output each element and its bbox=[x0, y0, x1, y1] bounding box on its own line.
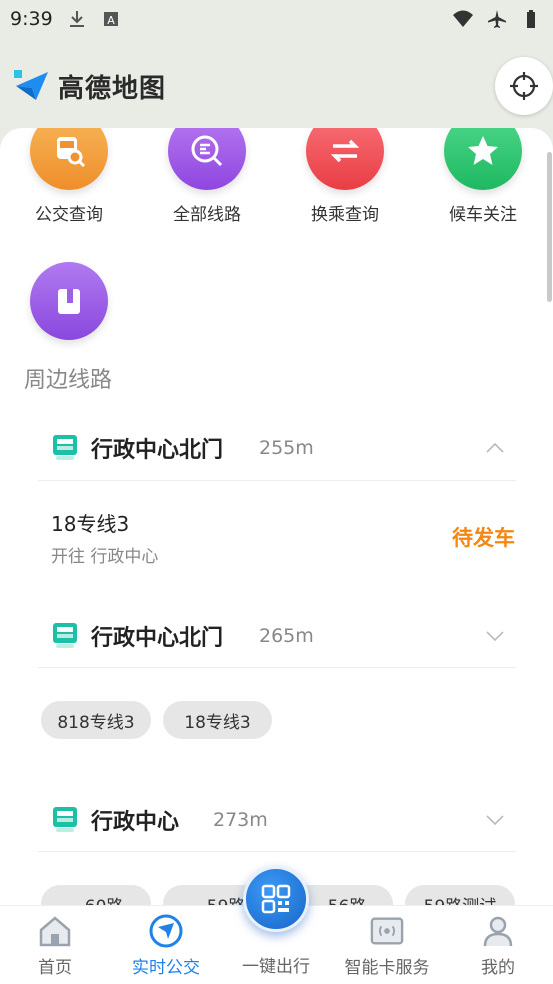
route-chip[interactable]: 18专线3 bbox=[163, 701, 272, 739]
stop-name: 行政中心北门 bbox=[91, 438, 224, 463]
divider bbox=[38, 480, 516, 481]
stop-distance: 273m bbox=[213, 809, 268, 831]
app-header: 高德地图 bbox=[0, 50, 553, 120]
realtime-bus-icon bbox=[149, 914, 183, 948]
locate-button[interactable] bbox=[495, 57, 553, 115]
chevron-up-icon[interactable] bbox=[486, 442, 504, 454]
nav-label: 我的 bbox=[481, 958, 515, 978]
one-click-travel-button[interactable] bbox=[243, 866, 309, 932]
chevron-down-icon[interactable] bbox=[486, 814, 504, 826]
route-chip[interactable]: 818专线3 bbox=[41, 701, 151, 739]
nav-label: 实时公交 bbox=[132, 958, 200, 978]
quick-label: 换乘查询 bbox=[311, 205, 379, 225]
app-title: 高德地图 bbox=[58, 74, 167, 104]
quick-bus-search[interactable]: 公交查询 bbox=[14, 128, 124, 225]
a-notification-icon: A bbox=[103, 12, 118, 27]
star-icon bbox=[444, 128, 522, 190]
battery-icon bbox=[527, 10, 535, 28]
divider bbox=[38, 851, 516, 852]
profile-icon bbox=[481, 914, 515, 948]
quick-card[interactable] bbox=[14, 262, 124, 340]
stop-distance: 255m bbox=[259, 437, 314, 459]
route-list-icon bbox=[168, 128, 246, 190]
nav-smart-card[interactable]: 智能卡服务 bbox=[337, 914, 437, 978]
home-icon bbox=[38, 914, 72, 948]
divider bbox=[38, 667, 516, 668]
stop-name: 行政中心 bbox=[91, 810, 180, 835]
nav-home[interactable]: 首页 bbox=[5, 914, 105, 978]
nav-realtime-bus[interactable]: 实时公交 bbox=[116, 914, 216, 978]
amap-logo-icon bbox=[14, 70, 48, 100]
crosshair-icon bbox=[510, 72, 538, 100]
status-bar: 9:39 A bbox=[0, 0, 553, 38]
wifi-icon bbox=[453, 10, 473, 27]
quick-transfer[interactable]: 换乘查询 bbox=[290, 128, 400, 225]
chevron-down-icon[interactable] bbox=[486, 630, 504, 642]
bus-stop-icon bbox=[53, 435, 77, 460]
airplane-icon bbox=[488, 10, 506, 28]
quick-label: 候车关注 bbox=[449, 205, 517, 225]
route-name: 18专线3 bbox=[51, 512, 130, 536]
nearby-title: 周边线路 bbox=[24, 368, 113, 393]
svg-text:A: A bbox=[107, 14, 115, 27]
status-time: 9:39 bbox=[10, 8, 53, 30]
stop-name: 行政中心北门 bbox=[91, 626, 224, 651]
scrollbar[interactable] bbox=[547, 152, 552, 302]
stop-distance: 265m bbox=[259, 625, 314, 647]
bus-search-icon bbox=[30, 128, 108, 190]
quick-label: 公交查询 bbox=[35, 205, 103, 225]
nav-label: 智能卡服务 bbox=[344, 958, 430, 978]
download-icon bbox=[69, 11, 84, 27]
qr-code-icon bbox=[261, 884, 291, 914]
quick-label: 全部线路 bbox=[173, 205, 241, 225]
bus-stop-icon bbox=[53, 807, 77, 832]
bus-stop-icon bbox=[53, 623, 77, 648]
smart-card-icon bbox=[370, 914, 404, 948]
bus-panel: 公交查询 全部线路 换乘查询 候车关注 周边线路 行政中心北门 255m 18专… bbox=[0, 128, 553, 908]
route-status: 待发车 bbox=[452, 526, 515, 550]
transfer-icon bbox=[306, 128, 384, 190]
nav-label: 一键出行 bbox=[242, 957, 310, 977]
stop-row[interactable]: 行政中心 273m bbox=[38, 790, 516, 850]
card-icon bbox=[30, 262, 108, 340]
stop-row[interactable]: 行政中心北门 255m bbox=[38, 418, 516, 478]
nav-profile[interactable]: 我的 bbox=[448, 914, 548, 978]
route-direction: 开往 行政中心 bbox=[51, 547, 159, 567]
quick-all-routes[interactable]: 全部线路 bbox=[152, 128, 262, 225]
nav-label: 首页 bbox=[38, 958, 72, 978]
quick-follow[interactable]: 候车关注 bbox=[428, 128, 538, 225]
stop-row[interactable]: 行政中心北门 265m bbox=[38, 606, 516, 666]
